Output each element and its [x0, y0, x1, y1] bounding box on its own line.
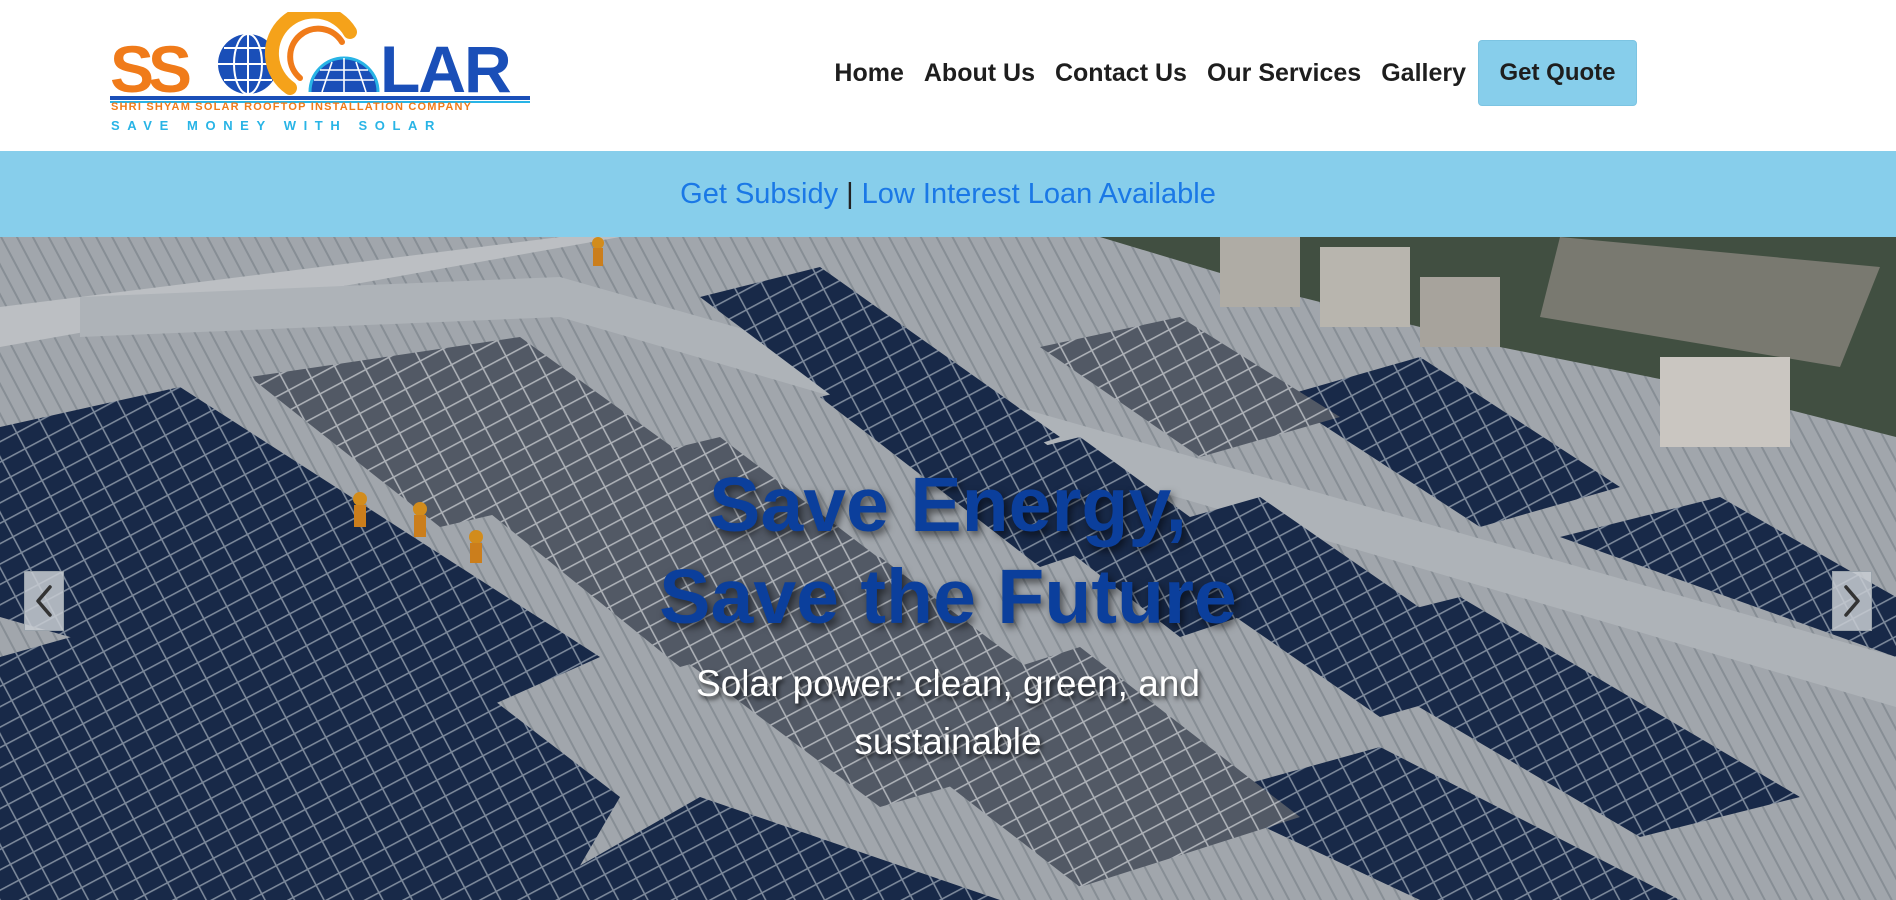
nav-contact-us[interactable]: Contact Us — [1055, 59, 1187, 88]
announcement-bar: Get Subsidy | Low Interest Loan Availabl… — [0, 151, 1896, 237]
nav-home[interactable]: Home — [834, 59, 903, 88]
hero-subtitle: Solar power: clean, green, and sustainab… — [0, 655, 1896, 771]
slider-prev-button[interactable] — [24, 571, 64, 631]
chevron-right-icon — [1844, 585, 1860, 617]
hero-title-text: Save Energy, Save the Future — [659, 462, 1237, 640]
hero-title: Save Energy, Save the Future — [0, 459, 1896, 643]
nav-our-services[interactable]: Our Services — [1207, 59, 1361, 88]
svg-text:LAR: LAR — [380, 32, 511, 104]
site-header: SS LAR SHRI SHYAM SOLAR ROOFTOP INSTALLA… — [0, 0, 1896, 151]
hero-subtitle-text: Solar power: clean, green, and sustainab… — [696, 663, 1200, 762]
logo-tagline: SHRI SHYAM SOLAR ROOFTOP INSTALLATION CO… — [111, 101, 473, 113]
get-quote-button[interactable]: Get Quote — [1478, 40, 1637, 106]
announcement-separator: | — [846, 177, 854, 210]
main-nav: Home About Us Contact Us Our Services Ga… — [834, 40, 1637, 106]
low-interest-loan-link[interactable]: Low Interest Loan Available — [862, 178, 1216, 211]
svg-text:SS: SS — [110, 32, 190, 104]
logo-slogan: SAVE MONEY WITH SOLAR — [111, 118, 443, 133]
company-logo[interactable]: SS LAR SHRI SHYAM SOLAR ROOFTOP INSTALLA… — [110, 12, 530, 134]
hero-slider: Save Energy, Save the Future Solar power… — [0, 237, 1896, 900]
chevron-left-icon — [36, 585, 52, 617]
get-subsidy-link[interactable]: Get Subsidy — [680, 178, 838, 211]
logo-mark: SS LAR — [110, 12, 530, 104]
nav-gallery[interactable]: Gallery — [1381, 59, 1466, 88]
nav-about-us[interactable]: About Us — [924, 59, 1035, 88]
slider-next-button[interactable] — [1832, 571, 1872, 631]
